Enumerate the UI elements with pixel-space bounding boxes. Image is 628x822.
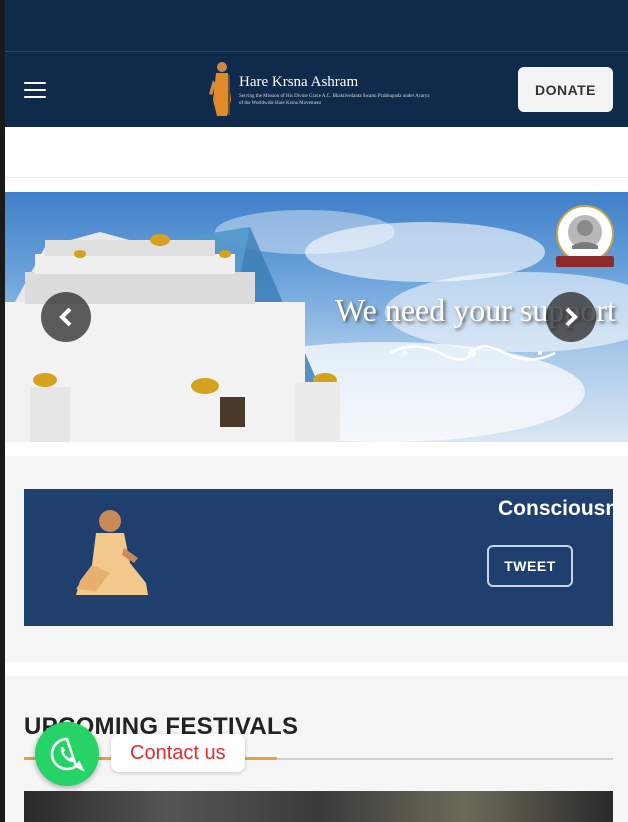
contact-widget[interactable]: Contact us <box>35 722 280 786</box>
dedication-seal-icon <box>556 205 614 267</box>
donate-button[interactable]: DONATE <box>518 67 613 112</box>
logo-title: Hare Krsna Ashram <box>239 74 359 90</box>
hero-slider[interactable]: We need your support <box>5 192 628 442</box>
header-nav: Hare Krsna Ashram Serving the Mission of… <box>5 52 628 127</box>
slider-next-button[interactable] <box>546 292 596 342</box>
ornament-icon <box>389 345 556 361</box>
top-bar <box>5 0 628 52</box>
prabhupada-seated-image <box>68 510 156 603</box>
section-divider <box>5 177 628 178</box>
quote-section: Consciousne TWEET <box>5 456 628 662</box>
logo-subtitle: Serving the Mission of His Divine Grace … <box>239 94 430 106</box>
prabhupada-figure-icon <box>209 62 231 116</box>
whatsapp-button[interactable] <box>35 722 99 786</box>
festival-image[interactable] <box>24 791 613 822</box>
chevron-right-icon <box>565 307 578 327</box>
page: Hare Krsna Ashram Serving the Mission of… <box>5 0 628 822</box>
hamburger-menu-icon[interactable] <box>24 82 46 98</box>
chevron-left-icon <box>59 307 72 327</box>
quote-banner: Consciousne TWEET <box>24 489 613 626</box>
slider-prev-button[interactable] <box>41 292 91 342</box>
banner-quote: Consciousne <box>498 497 613 520</box>
whatsapp-icon <box>50 737 85 772</box>
contact-us-label[interactable]: Contact us <box>111 734 245 772</box>
tweet-button[interactable]: TWEET <box>487 545 573 587</box>
site-logo[interactable]: Hare Krsna Ashram Serving the Mission of… <box>205 60 435 120</box>
